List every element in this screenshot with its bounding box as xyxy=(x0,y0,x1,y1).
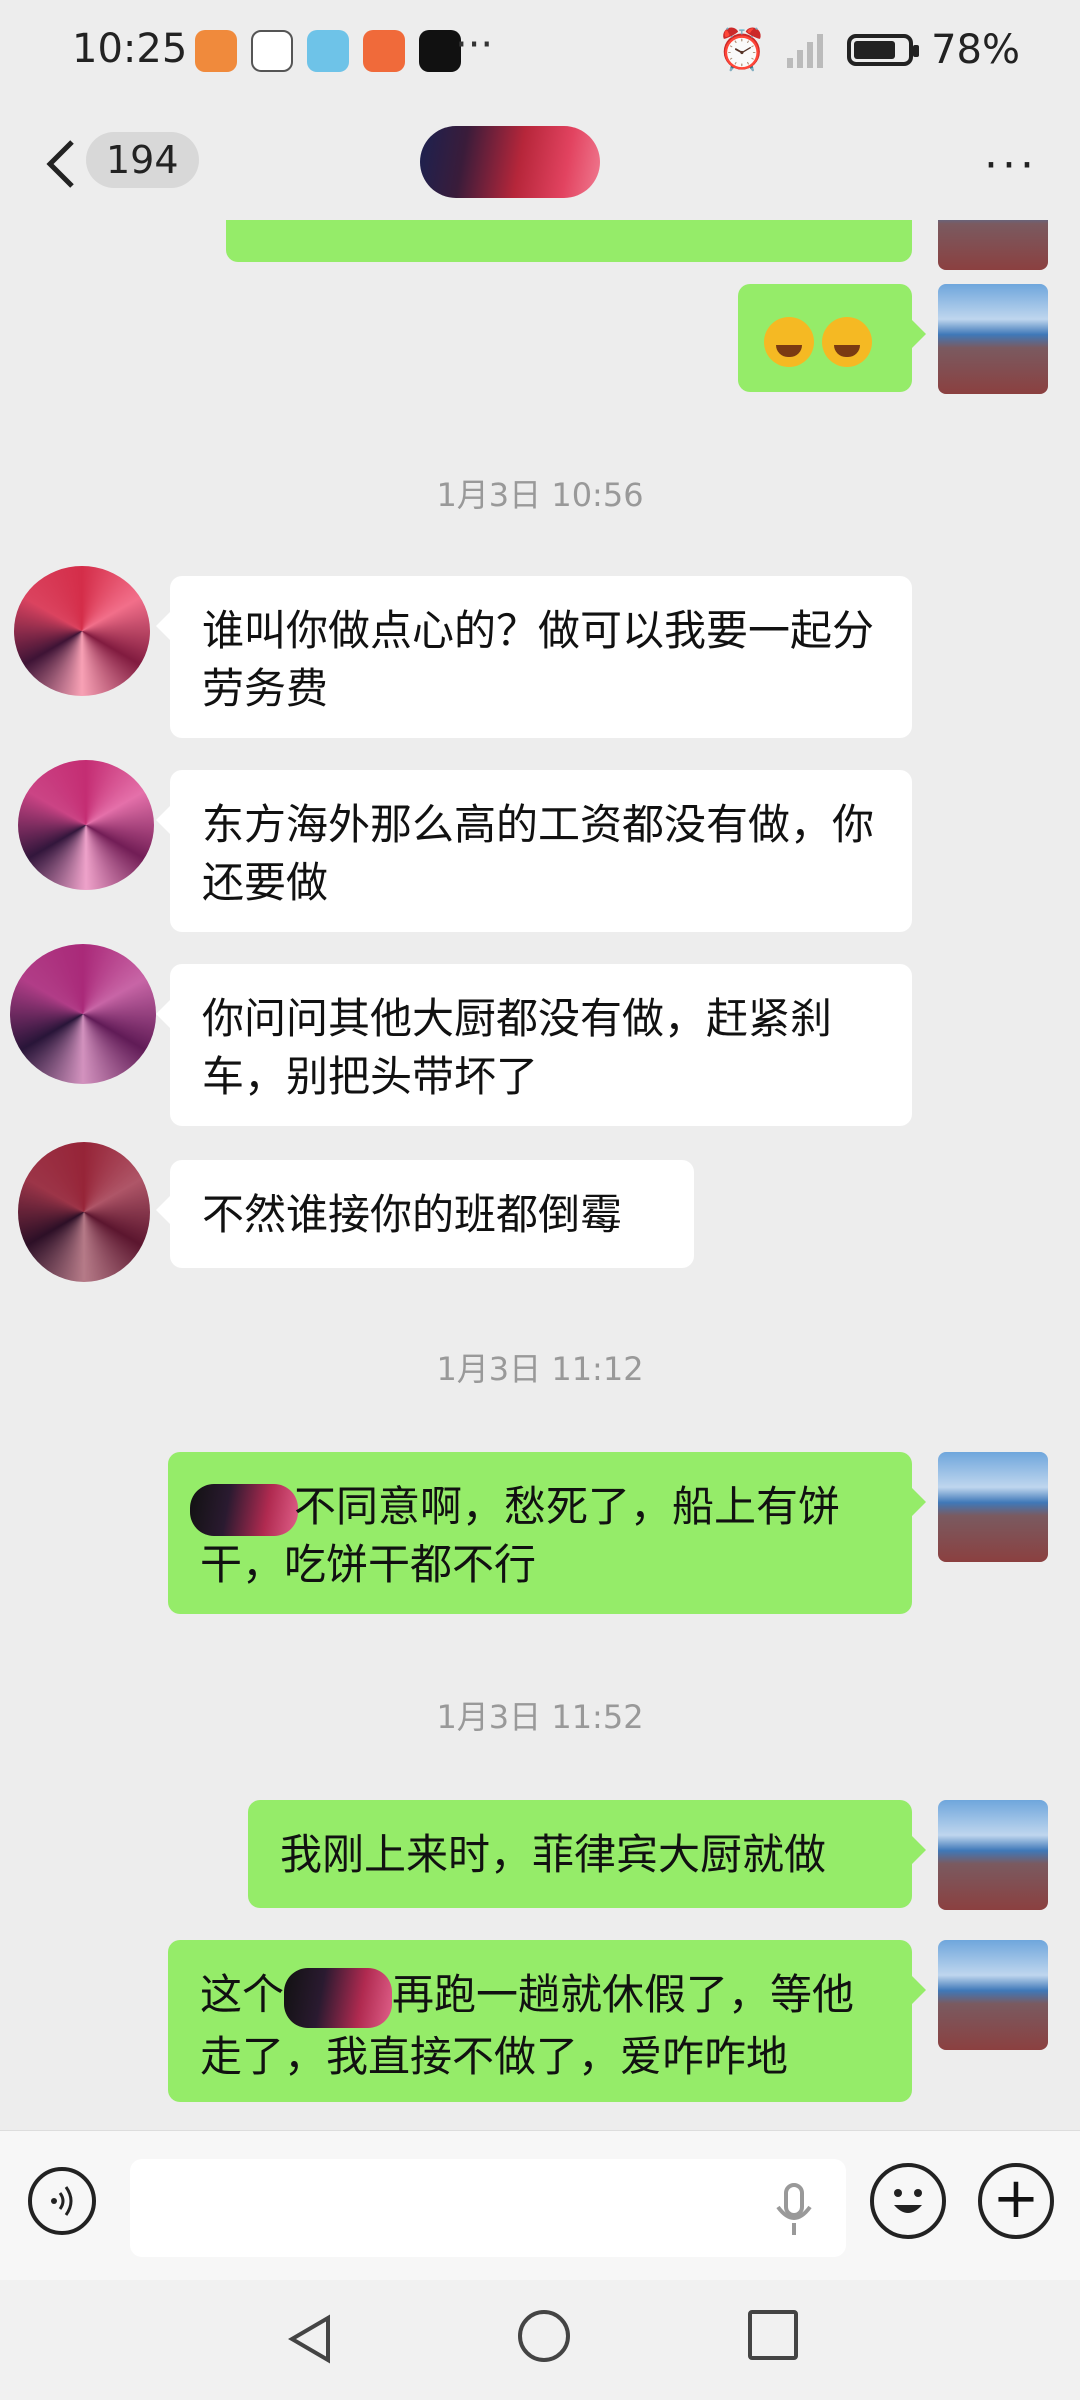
microphone-icon[interactable] xyxy=(770,2181,818,2237)
redacted-name xyxy=(284,1967,393,2028)
more-options-icon[interactable]: ··· xyxy=(984,144,1038,188)
message-list[interactable]: 1月3日 10:56 谁叫你做点心的？做可以我要一起分劳务费 东方海外那么高的工… xyxy=(0,220,1080,2130)
message-bubble-incoming[interactable]: 不然谁接你的班都倒霉 xyxy=(156,1160,694,1268)
nav-home-icon[interactable] xyxy=(518,2310,570,2362)
battery-icon xyxy=(847,33,920,66)
my-avatar[interactable] xyxy=(938,220,1048,270)
my-avatar[interactable] xyxy=(938,1800,1048,1910)
message-bubble-outgoing[interactable]: 不同意啊，愁死了，船上有饼干，吃饼干都不行 xyxy=(168,1452,926,1614)
system-status: ⏰ 78% xyxy=(717,26,1020,74)
message-bubble-outgoing[interactable]: 这个 再跑一趟就休假了，等他走了，我直接不做了，爱咋咋地 xyxy=(168,1940,926,2102)
message-text: 这个 xyxy=(200,1970,285,2019)
message-bubble-outgoing[interactable] xyxy=(226,220,912,262)
nav-recents-icon[interactable] xyxy=(748,2310,798,2360)
notification-icons xyxy=(195,30,461,72)
app-notification-icon xyxy=(251,30,293,72)
message-timestamp: 1月3日 11:12 xyxy=(436,1350,644,1388)
message-timestamp: 1月3日 10:56 xyxy=(436,476,644,514)
message-text: 谁叫你做点心的？做可以我要一起分劳务费 xyxy=(202,606,875,713)
laughing-crying-emoji-icon xyxy=(822,316,872,367)
redacted-name xyxy=(190,1483,298,1536)
message-text: 东方海外那么高的工资都没有做，你还要做 xyxy=(202,800,875,907)
message-text: 你问问其他大厨都没有做，赶紧刹车，别把头带坏了 xyxy=(202,994,833,1101)
signal-icon xyxy=(787,33,824,68)
nav-back-icon[interactable] xyxy=(288,2314,332,2364)
app-notification-icon xyxy=(195,30,237,72)
message-bubble-incoming[interactable]: 东方海外那么高的工资都没有做，你还要做 xyxy=(156,770,912,932)
message-bubble-outgoing[interactable]: 我刚上来时，菲律宾大厨就做 xyxy=(248,1800,926,1908)
message-bubble-outgoing[interactable] xyxy=(738,284,926,392)
alarm-icon: ⏰ xyxy=(717,27,768,73)
add-attachment-icon[interactable]: + xyxy=(978,2163,1054,2239)
my-avatar[interactable] xyxy=(938,1940,1048,2050)
laughing-crying-emoji-icon xyxy=(764,316,814,367)
message-input[interactable] xyxy=(130,2159,846,2257)
more-notifications-icon: ··· xyxy=(455,22,494,68)
emoji-icon[interactable] xyxy=(870,2163,946,2239)
unread-count-badge[interactable]: 194 xyxy=(86,132,199,188)
message-text: 不同意啊，愁死了，船上有饼干，吃饼干都不行 xyxy=(200,1482,841,1589)
message-text: 不然谁接你的班都倒霉 xyxy=(202,1190,623,1239)
message-bubble-incoming[interactable]: 你问问其他大厨都没有做，赶紧刹车，别把头带坏了 xyxy=(156,964,912,1126)
message-bubble-incoming[interactable]: 谁叫你做点心的？做可以我要一起分劳务费 xyxy=(156,576,912,738)
chat-header: 194 ··· xyxy=(0,110,1080,220)
message-timestamp: 1月3日 11:52 xyxy=(436,1698,644,1736)
chat-title-redacted xyxy=(420,126,600,198)
contact-avatar[interactable] xyxy=(14,566,150,696)
voice-input-icon[interactable] xyxy=(28,2167,96,2235)
my-avatar[interactable] xyxy=(938,284,1048,394)
contact-avatar[interactable] xyxy=(18,1142,150,1282)
message-text: 我刚上来时，菲律宾大厨就做 xyxy=(280,1830,827,1879)
book-app-icon xyxy=(307,30,349,72)
system-nav-bar xyxy=(0,2280,1080,2400)
status-time: 10:25 xyxy=(72,26,188,72)
battery-percent: 78% xyxy=(931,26,1020,73)
app-notification-icon xyxy=(363,30,405,72)
battery-level xyxy=(854,40,896,59)
back-arrow-icon[interactable] xyxy=(42,134,82,194)
contact-avatar[interactable] xyxy=(18,760,154,890)
contact-avatar[interactable] xyxy=(10,944,156,1084)
input-bar: + xyxy=(0,2130,1080,2281)
status-bar: 10:25 ··· ⏰ 78% xyxy=(0,0,1080,110)
my-avatar[interactable] xyxy=(938,1452,1048,1562)
